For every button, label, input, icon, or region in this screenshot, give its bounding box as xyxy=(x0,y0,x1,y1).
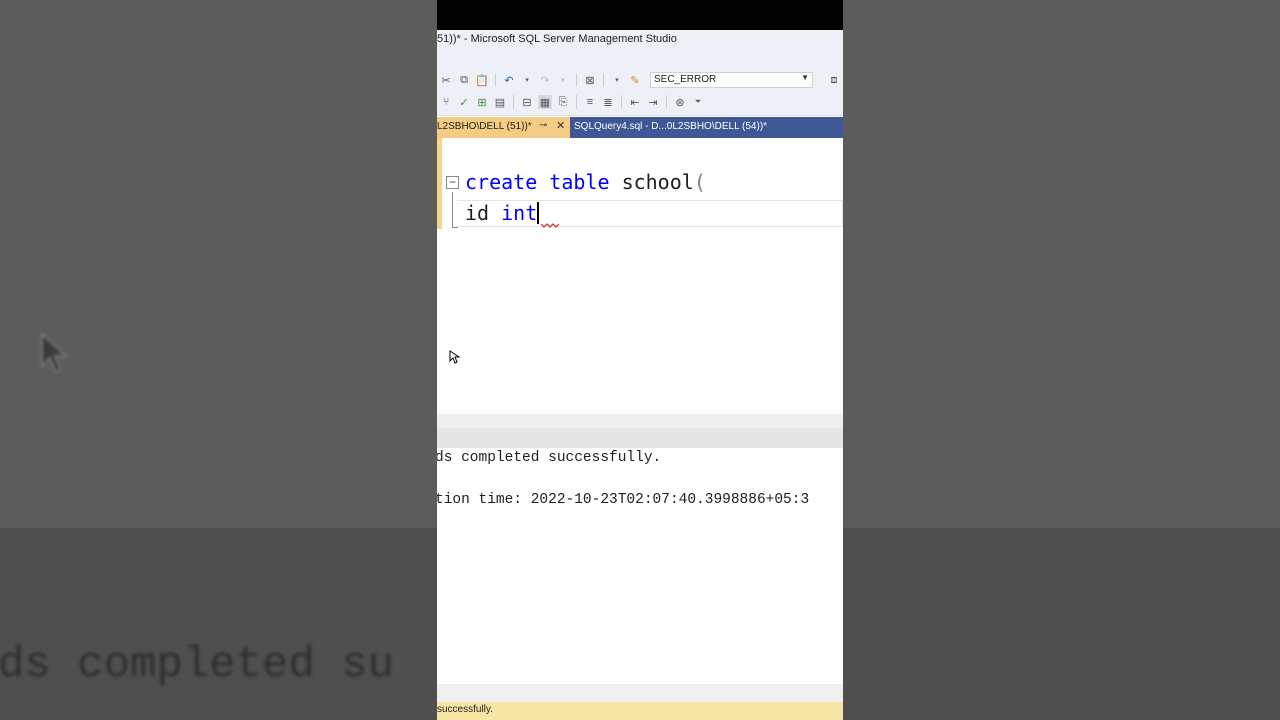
check-green-icon[interactable]: ⊞ xyxy=(475,95,489,109)
document-tabbar: L2SBHO\DELL (51))* ⊸ ✕ SQLQuery4.sql - D… xyxy=(437,117,843,138)
background-right xyxy=(843,0,1280,720)
top-black-bar xyxy=(437,0,843,30)
redo-dropdown-icon[interactable]: ▾ xyxy=(556,73,570,87)
specify-values-icon[interactable]: ⊛ xyxy=(673,95,687,109)
text-caret xyxy=(537,202,540,224)
tab-label: L2SBHO\DELL (51))* xyxy=(437,121,532,132)
table-name: school xyxy=(621,170,694,194)
outdent-icon[interactable]: ⇤ xyxy=(628,95,642,109)
background-ghost-text: ds completed su xyxy=(0,640,395,690)
window-layout-icon[interactable]: ⊠ xyxy=(583,73,597,87)
toolbar-separator xyxy=(666,95,667,109)
open-paren: ( xyxy=(693,170,706,194)
background-band xyxy=(843,528,1280,720)
toolbar-separator xyxy=(576,73,577,87)
properties-icon[interactable]: ⧈ xyxy=(827,73,841,87)
database-select[interactable]: SEC_ERROR ▼ xyxy=(650,72,813,88)
tab-label: SQLQuery4.sql - D...0L2SBHO\DELL (54))* xyxy=(574,121,768,132)
redo-icon[interactable]: ↷ xyxy=(538,73,552,87)
window-title: 51))* - Microsoft SQL Server Management … xyxy=(437,33,677,45)
copy-icon[interactable]: ⧉ xyxy=(457,73,471,87)
check-icon[interactable]: ✓ xyxy=(457,95,471,109)
toolbar: ✂ ⧉ 📋 ↶ ▾ ↷ ▾ ⊠ ▾ ✎ SEC_ERROR ▼ ⧈ ⑂ ✓ ⊞ … xyxy=(437,60,843,116)
ssms-window: 51))* - Microsoft SQL Server Management … xyxy=(437,0,843,720)
tab-sqlquery4[interactable]: SQLQuery4.sql - D...0L2SBHO\DELL (54))* xyxy=(574,117,767,138)
message-line-1: ds completed successfully. xyxy=(437,450,662,466)
keyword-int: int xyxy=(501,201,538,225)
keyword-create: create xyxy=(465,170,538,194)
background-band xyxy=(0,528,437,720)
toolbar-separator xyxy=(621,95,622,109)
toolbar-overflow-icon[interactable]: ⏷ xyxy=(691,95,705,109)
file-icon[interactable]: ⎘ xyxy=(556,95,570,109)
results-scrollbar[interactable] xyxy=(437,684,843,702)
ghost-cursor-icon xyxy=(41,331,69,374)
toolbar-row-1: ✂ ⧉ 📋 ↶ ▾ ↷ ▾ ⊠ ▾ ✎ xyxy=(437,70,644,90)
query-editor[interactable]: − create table school( id int xyxy=(437,138,843,414)
code-line-2: id int xyxy=(465,201,540,225)
outline-bracket xyxy=(452,192,458,228)
column-name: id xyxy=(465,201,490,225)
connect-icon[interactable]: ✎ xyxy=(628,73,642,87)
plan-icon[interactable]: ⊟ xyxy=(520,95,534,109)
scissors-icon[interactable]: ✂ xyxy=(439,73,453,87)
database-select-value: SEC_ERROR xyxy=(654,74,717,85)
code-line-1: create table school( xyxy=(465,170,706,194)
close-icon[interactable]: ✕ xyxy=(556,119,565,132)
mouse-cursor-icon xyxy=(449,350,461,364)
toolbar-row-2: ⑂ ✓ ⊞ ▤ ⊟ ▦ ⎘ ≡ ≣ ⇤ ⇥ ⊛ ⏷ xyxy=(437,92,707,112)
results-splitter[interactable] xyxy=(437,414,843,448)
status-bar: successfully. xyxy=(437,702,843,720)
more-dropdown-icon[interactable]: ▾ xyxy=(610,73,624,87)
error-squiggle xyxy=(541,223,559,228)
undo-icon[interactable]: ↶ xyxy=(502,73,516,87)
toolbar-separator xyxy=(495,73,496,87)
results-icon[interactable]: ▤ xyxy=(493,95,507,109)
grid-icon[interactable]: ▦ xyxy=(538,95,552,109)
undo-dropdown-icon[interactable]: ▾ xyxy=(520,73,534,87)
keyword-table: table xyxy=(549,170,610,194)
message-line-2: tion time: 2022-10-23T02:07:40.3998886+0… xyxy=(437,492,810,508)
results-tab-strip xyxy=(437,428,843,448)
chevron-down-icon: ▼ xyxy=(801,73,809,82)
title-bar: 51))* - Microsoft SQL Server Management … xyxy=(437,30,843,60)
change-tracking-bar xyxy=(437,138,442,229)
paste-icon[interactable]: 📋 xyxy=(475,73,489,87)
indent-icon[interactable]: ⇥ xyxy=(646,95,660,109)
pin-icon[interactable]: ⊸ xyxy=(539,120,547,131)
toolbar-separator xyxy=(603,73,604,87)
status-text: successfully. xyxy=(437,704,493,715)
toolbar-separator xyxy=(576,95,577,109)
tree-icon[interactable]: ⑂ xyxy=(439,95,453,109)
collapse-icon[interactable]: − xyxy=(446,176,459,189)
tab-query-active[interactable]: L2SBHO\DELL (51))* ⊸ ✕ xyxy=(437,117,570,138)
messages-pane: ds completed successfully. tion time: 20… xyxy=(437,448,843,684)
background-left: ds completed su xyxy=(0,0,437,720)
toolbar-separator xyxy=(513,95,514,109)
uncomment-icon[interactable]: ≣ xyxy=(601,95,615,109)
comment-icon[interactable]: ≡ xyxy=(583,95,597,109)
